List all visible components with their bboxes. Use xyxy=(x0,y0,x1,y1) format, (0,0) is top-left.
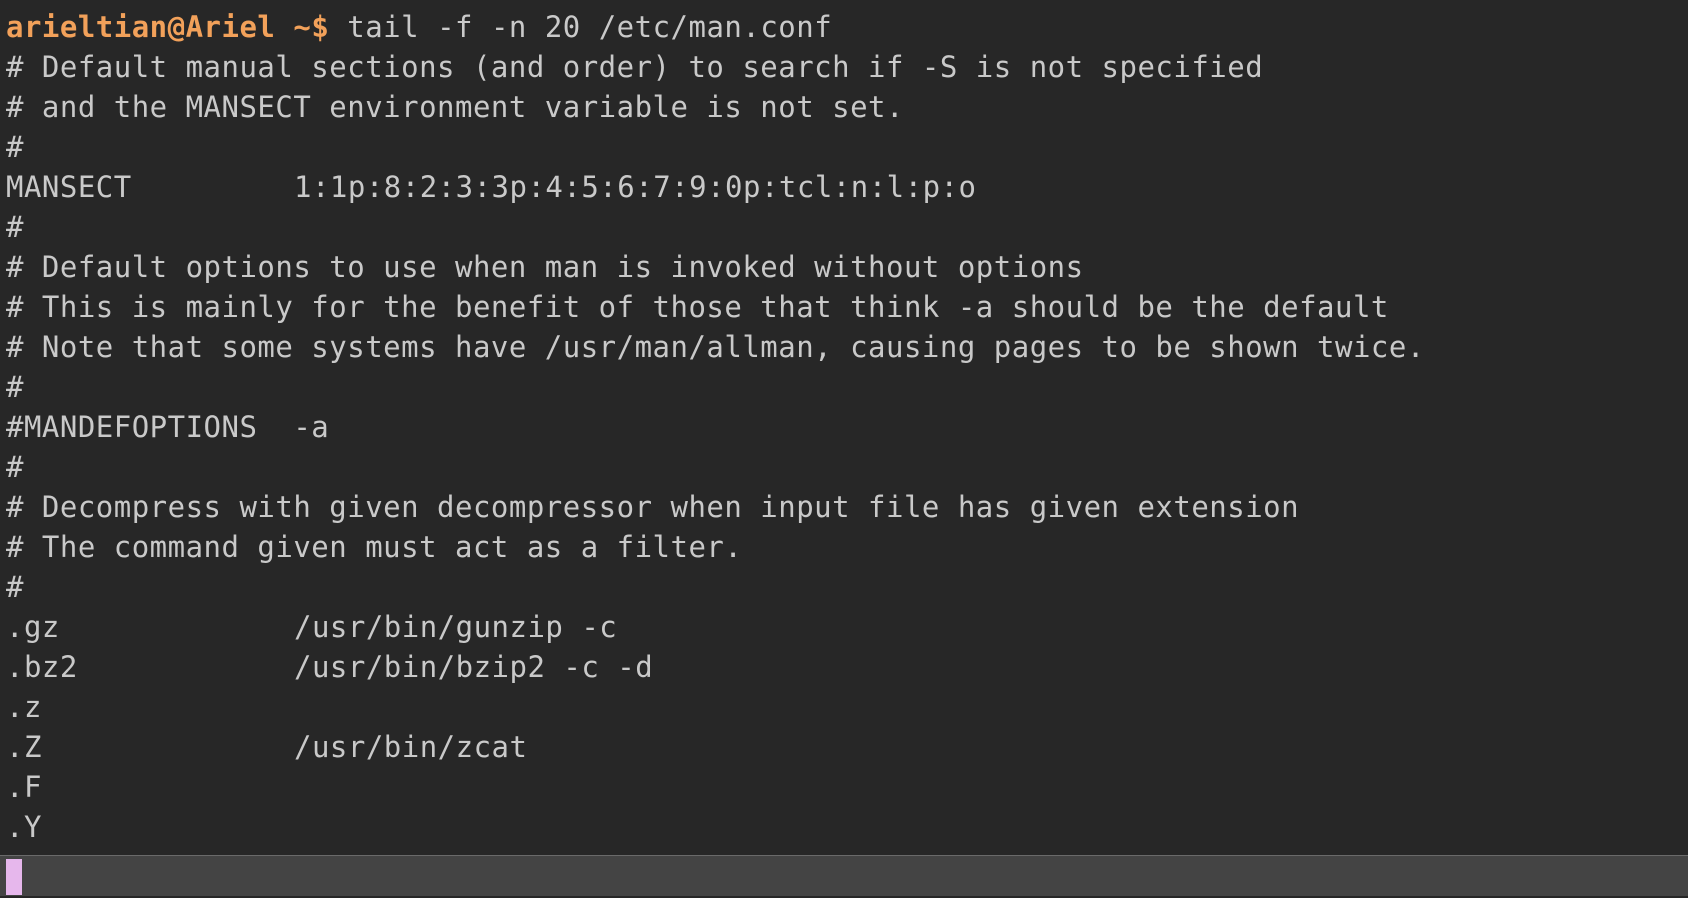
output-line: # This is mainly for the benefit of thos… xyxy=(6,290,1389,324)
output-line: .gz/usr/bin/gunzip -c xyxy=(6,607,1688,647)
prompt-user-host: arieltian@Ariel xyxy=(6,10,276,44)
config-key: .z xyxy=(6,690,42,724)
config-value: 1:1p:8:2:3:3p:4:5:6:7:9:0p:tcl:n:l:p:o xyxy=(294,170,977,204)
config-key: .Y xyxy=(6,810,42,844)
output-line: # Decompress with given decompressor whe… xyxy=(6,490,1300,524)
output-line: # and the MANSECT environment variable i… xyxy=(6,90,904,124)
output-line: # Note that some systems have /usr/man/a… xyxy=(6,330,1425,364)
text-cursor xyxy=(6,859,22,895)
prompt-line: arieltian@Ariel ~$ tail -f -n 20 /etc/ma… xyxy=(6,7,1688,47)
output-line: # Default options to use when man is inv… xyxy=(6,250,1084,284)
output-line: .F xyxy=(6,767,1688,807)
config-key: MANSECT xyxy=(6,170,132,204)
output-line: # xyxy=(6,210,24,244)
config-key: .bz2 xyxy=(6,650,78,684)
output-line: # xyxy=(6,370,24,404)
terminal-output: arieltian@Ariel ~$ tail -f -n 20 /etc/ma… xyxy=(6,7,1688,847)
output-line: # Default manual sections (and order) to… xyxy=(6,50,1264,84)
output-line: .bz2/usr/bin/bzip2 -c -d xyxy=(6,647,1688,687)
config-value: /usr/bin/gunzip -c xyxy=(294,610,618,644)
command-input-bar[interactable] xyxy=(0,855,1688,896)
command-text: tail -f -n 20 /etc/man.conf xyxy=(347,10,833,44)
output-line: #MANDEFOPTIONS -a xyxy=(6,410,330,444)
output-line: # xyxy=(6,570,24,604)
config-value: /usr/bin/zcat xyxy=(294,730,528,764)
terminal-window[interactable]: arieltian@Ariel ~$ tail -f -n 20 /etc/ma… xyxy=(0,0,1688,898)
prompt-dir: ~$ xyxy=(293,10,330,44)
output-line: .Z/usr/bin/zcat xyxy=(6,727,1688,767)
config-key: .F xyxy=(6,770,42,804)
output-line: # xyxy=(6,130,24,164)
config-key: .gz xyxy=(6,610,60,644)
output-line: MANSECT 1:1p:8:2:3:3p:4:5:6:7:9:0p:tcl:n:… xyxy=(6,167,1688,207)
output-line: .Y xyxy=(6,807,1688,847)
config-value: /usr/bin/bzip2 -c -d xyxy=(294,650,654,684)
output-line: # The command given must act as a filter… xyxy=(6,530,743,564)
output-line: .z xyxy=(6,687,1688,727)
config-key: .Z xyxy=(6,730,42,764)
output-line: # xyxy=(6,450,24,484)
